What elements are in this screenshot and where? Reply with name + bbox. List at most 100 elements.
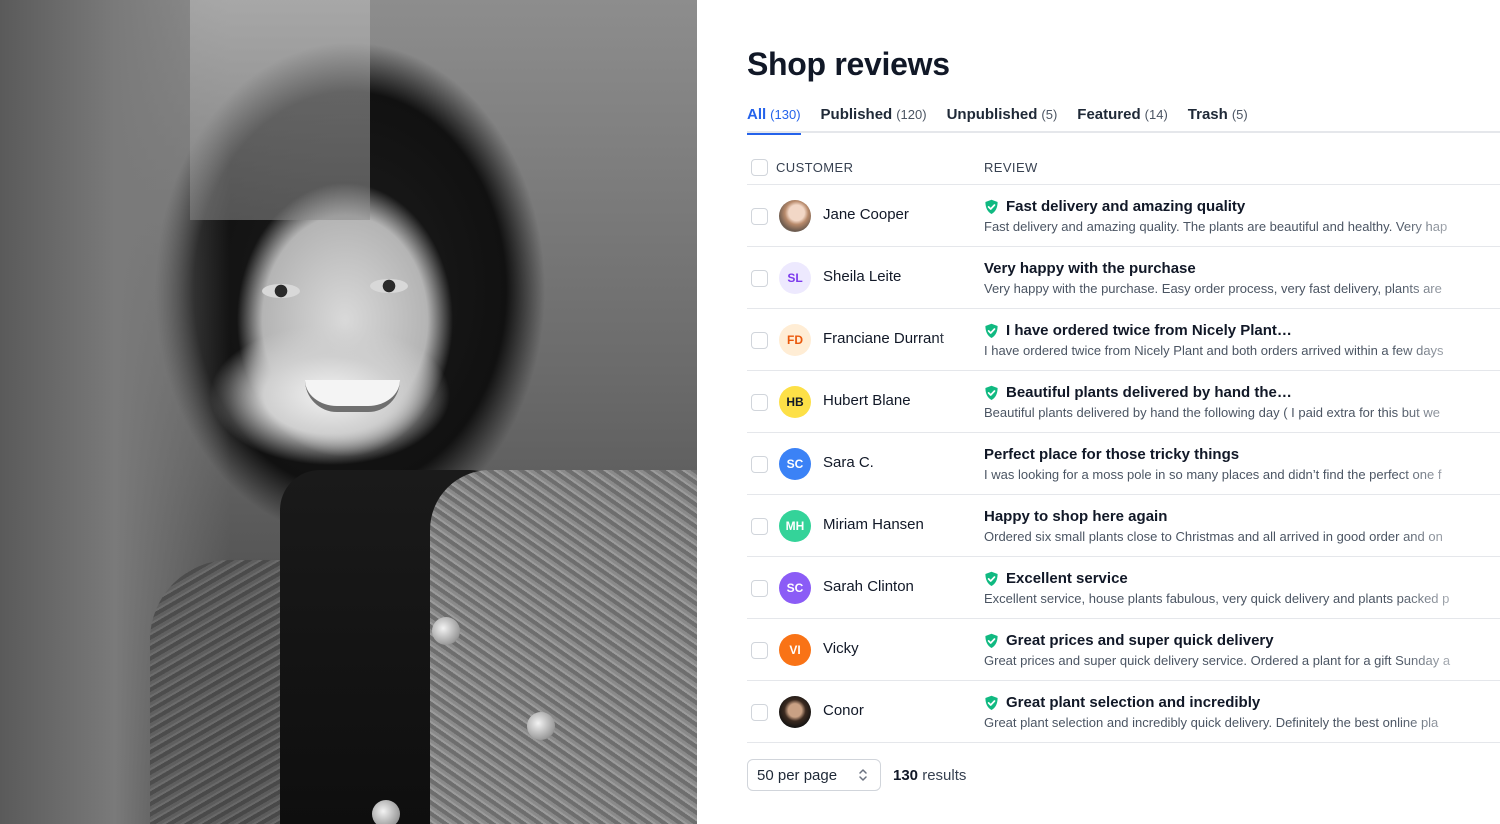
customer-name[interactable]: Sara C. xyxy=(823,454,973,471)
table-row[interactable]: Jane Cooper Fast delivery and amazing qua… xyxy=(747,185,1500,247)
review-title-text: Very happy with the purchase xyxy=(984,260,1196,277)
photo-eye-left xyxy=(262,284,300,298)
row-checkbox[interactable] xyxy=(751,270,768,287)
table-row[interactable]: FD Franciane Durrant I have ordered twice … xyxy=(747,309,1500,371)
customer-name[interactable]: Hubert Blane xyxy=(823,392,973,409)
customer-name[interactable]: Jane Cooper xyxy=(823,206,973,223)
photo-eye-right xyxy=(370,279,408,293)
review-cell[interactable]: I have ordered twice from Nicely Plant… I… xyxy=(984,321,1500,358)
review-excerpt: Fast delivery and amazing quality. The p… xyxy=(984,219,1448,234)
review-excerpt: Excellent service, house plants fabulous… xyxy=(984,591,1450,606)
row-checkbox[interactable] xyxy=(751,208,768,225)
table-row[interactable]: Conor Great plant selection and incredibl… xyxy=(747,681,1500,743)
photo-jacket xyxy=(430,470,697,824)
review-excerpt: I have ordered twice from Nicely Plant a… xyxy=(984,343,1444,358)
review-title: Very happy with the purchase xyxy=(984,259,1500,278)
review-cell[interactable]: Happy to shop here again Ordered six smal… xyxy=(984,507,1500,544)
review-cell[interactable]: Great prices and super quick delivery Gre… xyxy=(984,631,1500,668)
row-checkbox[interactable] xyxy=(751,456,768,473)
review-title-text: I have ordered twice from Nicely Plant… xyxy=(1006,322,1292,339)
row-checkbox[interactable] xyxy=(751,642,768,659)
per-page-select[interactable]: 50 per page xyxy=(747,759,881,791)
photo-smile xyxy=(305,380,400,412)
row-checkbox[interactable] xyxy=(751,518,768,535)
table-row[interactable]: HB Hubert Blane Beautiful plants delivered… xyxy=(747,371,1500,433)
table-row[interactable]: SL Sheila Leite Very happy with the purcha… xyxy=(747,247,1500,309)
results-summary: 130 results xyxy=(893,767,966,784)
verified-shield-icon xyxy=(985,571,998,586)
review-title: Great prices and super quick delivery xyxy=(984,631,1500,650)
review-title-text: Fast delivery and amazing quality xyxy=(1006,198,1246,215)
tab-label: All xyxy=(747,106,767,123)
photo-jacket-button xyxy=(372,800,400,824)
avatar xyxy=(779,696,811,728)
verified-shield-icon xyxy=(985,633,998,648)
column-header-customer: CUSTOMER xyxy=(776,160,854,175)
table-row[interactable]: MH Miriam Hansen Happy to shop here again O… xyxy=(747,495,1500,557)
row-checkbox[interactable] xyxy=(751,332,768,349)
table-row[interactable]: SC Sarah Clinton Excellent service Excellen… xyxy=(747,557,1500,619)
customer-name[interactable]: Miriam Hansen xyxy=(823,516,973,533)
reviews-panel: Shop reviews All (130) Published (120) Unpub… xyxy=(747,0,1500,824)
table-footer: 50 per page 130 results xyxy=(747,759,966,791)
review-title: I have ordered twice from Nicely Plant… xyxy=(984,321,1500,340)
customer-name[interactable]: Conor xyxy=(823,702,973,719)
avatar: SC xyxy=(779,572,811,604)
review-title-text: Great plant selection and incredibly xyxy=(1006,694,1261,711)
tab-count: (130) xyxy=(770,107,801,122)
review-cell[interactable]: Fast delivery and amazing quality Fast de… xyxy=(984,197,1500,234)
tab-label: Published xyxy=(820,106,893,123)
review-title-text: Beautiful plants delivered by hand the… xyxy=(1006,384,1292,401)
review-title-text: Great prices and super quick delivery xyxy=(1006,632,1274,649)
review-excerpt: Great plant selection and incredibly qui… xyxy=(984,715,1439,730)
review-title: Happy to shop here again xyxy=(984,507,1500,526)
verified-shield-icon xyxy=(985,385,998,400)
review-excerpt: Beautiful plants delivered by hand the f… xyxy=(984,405,1440,420)
avatar: VI xyxy=(779,634,811,666)
review-title: Beautiful plants delivered by hand the… xyxy=(984,383,1500,402)
results-label: results xyxy=(922,766,967,784)
verified-shield-icon xyxy=(985,695,998,710)
tab-label: Trash xyxy=(1187,106,1228,123)
per-page-value: 50 per page xyxy=(757,766,838,784)
tab-label: Unpublished xyxy=(946,106,1038,123)
tab-published[interactable]: Published (120) xyxy=(821,106,927,133)
results-count: 130 xyxy=(893,766,919,784)
avatar: SC xyxy=(779,448,811,480)
tab-count: (5) xyxy=(1231,107,1248,122)
reviews-table-body: Jane Cooper Fast delivery and amazing qua… xyxy=(747,185,1500,743)
verified-shield-icon xyxy=(985,323,998,338)
status-tabs: All (130) Published (120) Unpublished (5) Feat… xyxy=(747,106,1500,135)
table-row[interactable]: VI Vicky Great prices and super quick deli… xyxy=(747,619,1500,681)
review-title: Perfect place for those tricky things xyxy=(984,445,1500,464)
row-checkbox[interactable] xyxy=(751,704,768,721)
avatar xyxy=(779,200,811,232)
avatar: SL xyxy=(779,262,811,294)
review-excerpt: Great prices and super quick delivery se… xyxy=(984,653,1451,668)
review-title-text: Perfect place for those tricky things xyxy=(984,446,1240,463)
review-cell[interactable]: Beautiful plants delivered by hand the… B… xyxy=(984,383,1500,420)
select-all-checkbox[interactable] xyxy=(751,159,768,176)
page-title: Shop reviews xyxy=(747,46,950,82)
row-checkbox[interactable] xyxy=(751,394,768,411)
review-cell[interactable]: Excellent service Excellent service, hous… xyxy=(984,569,1500,606)
tab-trash[interactable]: Trash (5) xyxy=(1188,106,1248,133)
table-header: CUSTOMER REVIEW xyxy=(747,150,1500,185)
avatar: MH xyxy=(779,510,811,542)
tab-count: (120) xyxy=(896,107,927,122)
table-row[interactable]: SC Sara C. Perfect place for those tricky … xyxy=(747,433,1500,495)
review-title: Fast delivery and amazing quality xyxy=(984,197,1500,216)
review-cell[interactable]: Very happy with the purchase Very happy w… xyxy=(984,259,1500,296)
tab-featured[interactable]: Featured (14) xyxy=(1077,106,1167,133)
review-cell[interactable]: Great plant selection and incredibly Grea… xyxy=(984,693,1500,730)
customer-name[interactable]: Sheila Leite xyxy=(823,268,973,285)
customer-name[interactable]: Vicky xyxy=(823,640,973,657)
tab-unpublished[interactable]: Unpublished (5) xyxy=(947,106,1058,133)
customer-name[interactable]: Franciane Durrant xyxy=(823,330,973,347)
avatar: FD xyxy=(779,324,811,356)
review-cell[interactable]: Perfect place for those tricky things I w… xyxy=(984,445,1500,482)
customer-name[interactable]: Sarah Clinton xyxy=(823,578,973,595)
tab-all[interactable]: All (130) xyxy=(747,106,801,135)
row-checkbox[interactable] xyxy=(751,580,768,597)
review-excerpt: I was looking for a moss pole in so many… xyxy=(984,467,1442,482)
